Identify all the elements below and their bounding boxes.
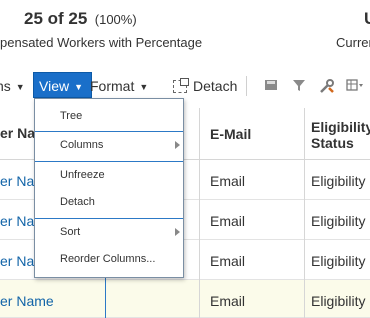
record-count-value: 25 of 25 — [24, 9, 88, 28]
chevron-down-icon: ▼ — [15, 82, 25, 92]
table-toolbar: ns ▼ View ▼ Format ▼ Detach — [0, 72, 370, 100]
tools-icon[interactable] — [318, 78, 336, 96]
toolbar-divider — [246, 76, 247, 96]
record-count-percent: (100%) — [94, 12, 137, 27]
column-header-eligibility-line2: Status — [311, 135, 354, 151]
table-row[interactable]: er Name Email Eligibility S — [0, 280, 370, 318]
format-menu-label: Format — [90, 78, 135, 94]
chevron-down-icon: ▼ — [74, 82, 84, 92]
email-cell: Email — [210, 253, 246, 269]
column-header-email[interactable]: E-Mail — [210, 126, 251, 142]
results-summary: 25 of 25 (100%) pensated Workers with Pe… — [0, 0, 370, 60]
email-cell: Email — [210, 293, 246, 309]
save-icon[interactable] — [262, 78, 280, 96]
record-count: 25 of 25 (100%) — [24, 9, 137, 29]
detach-icon — [173, 78, 189, 93]
detach-button[interactable]: Detach — [173, 74, 237, 98]
menu-item-detach[interactable]: Detach — [35, 189, 183, 215]
chevron-right-icon — [175, 141, 180, 149]
email-cell: Email — [210, 213, 246, 229]
column-header-eligibility[interactable]: Eligibility Status — [311, 119, 370, 151]
view-menu-button[interactable]: View ▼ — [33, 72, 93, 98]
menu-item-columns[interactable]: Columns — [35, 132, 183, 158]
eligibility-status-cell: Eligibility S — [311, 293, 370, 309]
view-dropdown-menu: Tree Columns Unfreeze Detach Sort Reorde… — [34, 98, 184, 278]
menu-item-reorder-columns[interactable]: Reorder Columns... — [35, 246, 183, 272]
email-cell: Email — [210, 173, 246, 189]
menu-item-unfreeze[interactable]: Unfreeze — [35, 162, 183, 188]
format-menu-button[interactable]: Format ▼ — [90, 74, 148, 98]
eligibility-status-cell: Eligibility S — [311, 253, 370, 269]
column-divider — [199, 108, 200, 318]
menu-item-sort[interactable]: Sort — [35, 219, 183, 245]
eligibility-status-cell: Eligibility S — [311, 213, 370, 229]
view-menu-label: View — [39, 78, 70, 94]
actions-menu-button[interactable]: ns ▼ — [0, 74, 25, 98]
menu-item-tree[interactable]: Tree — [35, 103, 183, 129]
secondary-count-description: Curren — [336, 35, 370, 50]
actions-menu-label: ns — [0, 78, 11, 94]
worker-name-link[interactable]: er Name — [0, 293, 54, 309]
column-divider — [304, 108, 305, 318]
menu-item-columns-label: Columns — [60, 139, 104, 151]
menu-item-sort-label: Sort — [60, 226, 81, 238]
chevron-right-icon — [175, 228, 180, 236]
column-header-eligibility-line1: Eligibility — [311, 119, 370, 135]
chevron-down-icon: ▼ — [139, 82, 149, 92]
eligibility-status-cell: Eligibility S — [311, 173, 370, 189]
column-freeze-icon[interactable] — [346, 78, 364, 96]
secondary-count-value: U — [364, 9, 370, 29]
record-count-description: pensated Workers with Percentage — [0, 35, 203, 50]
filter-icon[interactable] — [290, 78, 308, 96]
detach-label: Detach — [193, 78, 238, 94]
